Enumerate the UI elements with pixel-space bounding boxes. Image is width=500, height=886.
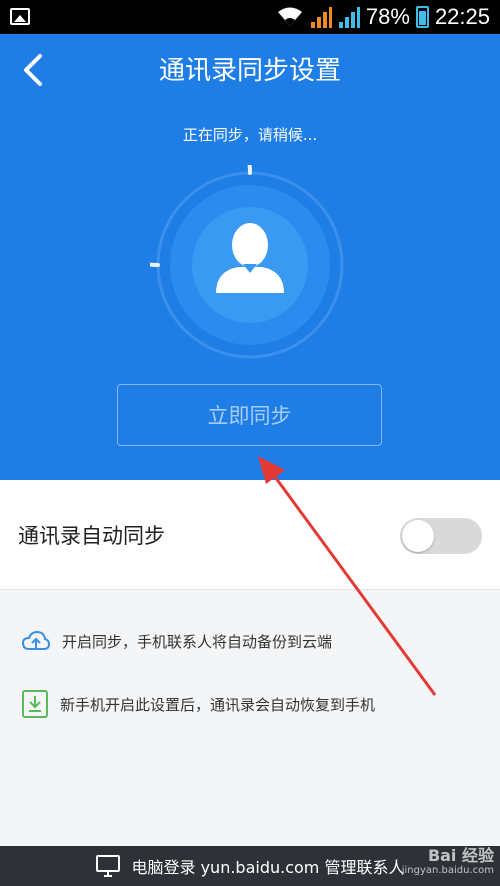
wifi-icon xyxy=(277,7,302,26)
info-item-restore: 新手机开启此设置后，通讯录会自动恢复到手机 xyxy=(22,690,375,718)
image-notification-icon xyxy=(10,8,30,25)
info-item-backup: 开启同步，手机联系人将自动备份到云端 xyxy=(22,630,332,652)
computer-icon xyxy=(95,855,120,877)
sync-now-button[interactable]: 立即同步 xyxy=(117,384,382,446)
info-text-restore: 新手机开启此设置后，通讯录会自动恢复到手机 xyxy=(60,695,376,714)
battery-percent: 78% xyxy=(365,4,410,29)
auto-sync-toggle[interactable] xyxy=(400,518,482,554)
signal-1-icon xyxy=(310,7,332,28)
watermark: Bai 经验 jingyan.baidu.com xyxy=(402,848,494,876)
page-title: 通讯录同步设置 xyxy=(158,56,341,86)
toggle-knob xyxy=(402,520,434,552)
signal-2-icon xyxy=(338,7,360,28)
info-text-backup: 开启同步，手机联系人将自动备份到云端 xyxy=(62,632,333,651)
download-icon xyxy=(22,690,48,718)
clock: 22:25 xyxy=(434,4,490,29)
sync-status-text: 正在同步，请稍候... xyxy=(182,126,318,144)
status-icons: 78% 22:25 xyxy=(276,0,490,34)
cloud-upload-icon xyxy=(22,630,50,650)
sync-progress-ring xyxy=(150,165,344,359)
battery-icon xyxy=(415,6,429,28)
watermark-url: jingyan.baidu.com xyxy=(401,865,494,876)
footer-text: 电脑登录 yun.baidu.com 管理联系人 xyxy=(131,858,405,877)
status-bar: 78% 22:25 xyxy=(0,0,500,34)
watermark-brand: Bai 经验 xyxy=(427,846,494,865)
auto-sync-label: 通讯录自动同步 xyxy=(18,524,165,548)
